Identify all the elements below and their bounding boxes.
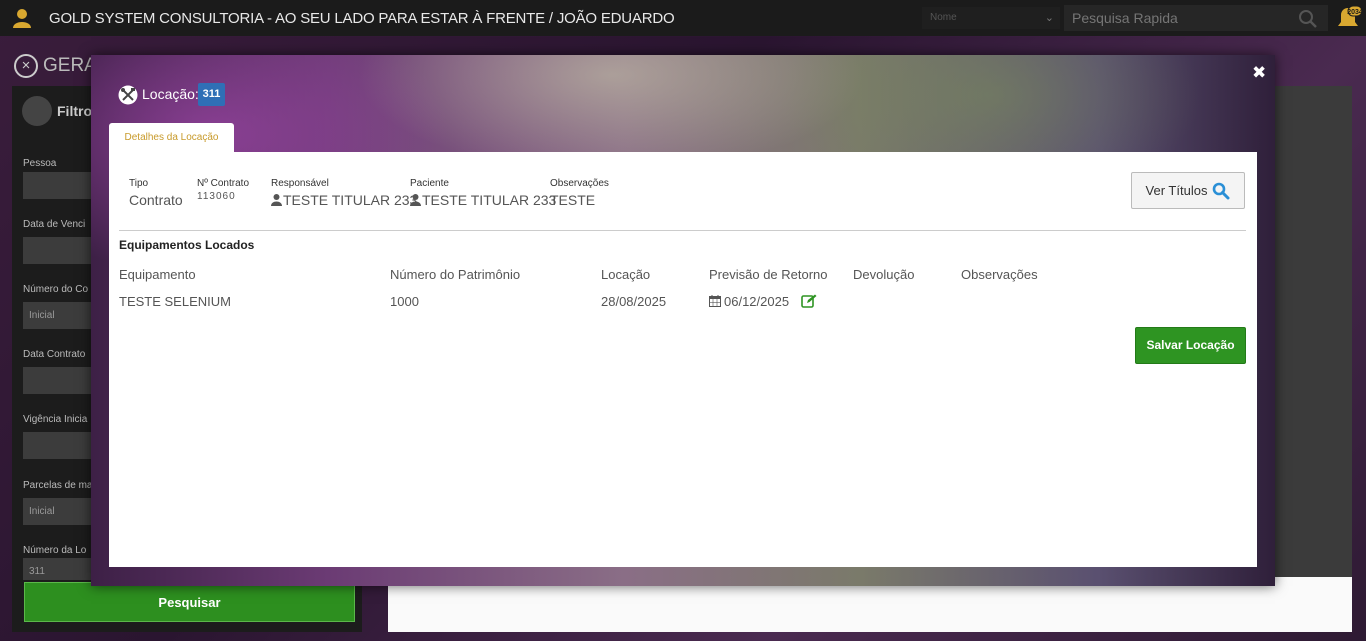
- column-header-equipamento: Equipamento: [119, 267, 196, 282]
- save-location-button[interactable]: Salvar Locação: [1135, 327, 1246, 364]
- contrato-value: 113060: [197, 191, 236, 202]
- section-title: Equipamentos Locados: [119, 238, 255, 252]
- tab-location-details[interactable]: Detalhes da Locação: [109, 123, 234, 152]
- observacoes-value: TESTE: [550, 192, 596, 208]
- calendar-icon: [709, 295, 721, 307]
- tools-icon: [118, 85, 138, 105]
- responsavel-row: TESTE TITULAR 233: [271, 192, 417, 208]
- cell-previsao: 06/12/2025: [709, 294, 789, 309]
- user-icon: [410, 194, 421, 206]
- cell-patrimonio: 1000: [390, 294, 419, 309]
- notification-bell-icon[interactable]: 2034: [1334, 4, 1362, 32]
- tipo-value: Contrato: [129, 192, 183, 208]
- info-responsavel: Responsável TESTE TITULAR 233: [271, 178, 417, 208]
- ver-titulos-label: Ver Títulos: [1145, 183, 1208, 198]
- responsavel-value: TESTE TITULAR 233: [283, 192, 418, 208]
- close-icon[interactable]: ✖: [1252, 63, 1266, 83]
- search-field-select[interactable]: Nome ⌄: [922, 7, 1060, 29]
- column-header-locacao: Locação: [601, 267, 651, 282]
- search-icon: [1213, 182, 1230, 199]
- cell-locacao: 28/08/2025: [601, 294, 667, 309]
- ver-titulos-button[interactable]: Ver Títulos: [1131, 172, 1245, 209]
- results-panel: [1274, 86, 1352, 577]
- filter-label: Data Contrato: [23, 349, 86, 360]
- filter-label: Data de Venci: [23, 219, 86, 230]
- filter-label: Número do Co: [23, 284, 89, 295]
- info-observacoes: Observações TESTE: [550, 178, 609, 208]
- location-label: Locação:: [142, 86, 199, 102]
- location-modal: ✖ Locação: 311 Detalhes da Locação Tipo …: [91, 55, 1275, 586]
- info-contrato: Nº Contrato 113060: [197, 178, 249, 202]
- column-header-devolucao: Devolução: [853, 267, 915, 282]
- column-header-observacoes: Observações: [961, 267, 1038, 282]
- chevron-down-icon: ⌄: [1044, 12, 1054, 24]
- observacoes-label: Observações: [550, 178, 609, 189]
- cell-previsao-value: 06/12/2025: [724, 294, 790, 309]
- search-field-select-value: Nome: [930, 12, 957, 23]
- location-number-badge: 311: [198, 83, 225, 106]
- paciente-value: TESTE TITULAR 233: [422, 192, 557, 208]
- page-title: GERA: [43, 55, 97, 76]
- cell-equipamento: TESTE SELENIUM: [119, 294, 231, 309]
- page-close-icon[interactable]: ×: [14, 54, 38, 78]
- quick-search-input[interactable]: [1064, 5, 1328, 31]
- filter-label: Vigência Inicia: [23, 414, 88, 425]
- user-icon[interactable]: [12, 8, 32, 28]
- info-paciente: Paciente TESTE TITULAR 233: [410, 178, 556, 208]
- location-details-content: Tipo Contrato Nº Contrato 113060 Respons…: [109, 152, 1257, 567]
- edit-icon[interactable]: [801, 294, 817, 308]
- app-title: GOLD SYSTEM CONSULTORIA - AO SEU LADO PA…: [49, 10, 675, 27]
- responsavel-label: Responsável: [271, 178, 329, 189]
- search-button[interactable]: Pesquisar: [24, 582, 355, 622]
- search-icon[interactable]: [1298, 9, 1318, 29]
- contrato-label: Nº Contrato: [197, 178, 250, 189]
- user-icon: [271, 194, 282, 206]
- filter-label: Parcelas de ma: [23, 480, 93, 491]
- paciente-label: Paciente: [410, 178, 449, 189]
- divider: [119, 230, 1246, 231]
- paciente-row: TESTE TITULAR 233: [410, 192, 556, 208]
- filter-label: Número da Lo: [23, 545, 87, 556]
- column-header-previsao: Previsão de Retorno: [709, 267, 828, 282]
- notification-count: 2034: [1347, 9, 1362, 16]
- tipo-label: Tipo: [129, 178, 149, 189]
- printer-icon: [22, 96, 52, 126]
- top-bar: GOLD SYSTEM CONSULTORIA - AO SEU LADO PA…: [0, 0, 1366, 36]
- column-header-patrimonio: Número do Patrimônio: [390, 267, 521, 282]
- filter-label: Pessoa: [23, 158, 57, 169]
- info-tipo: Tipo Contrato: [129, 178, 183, 208]
